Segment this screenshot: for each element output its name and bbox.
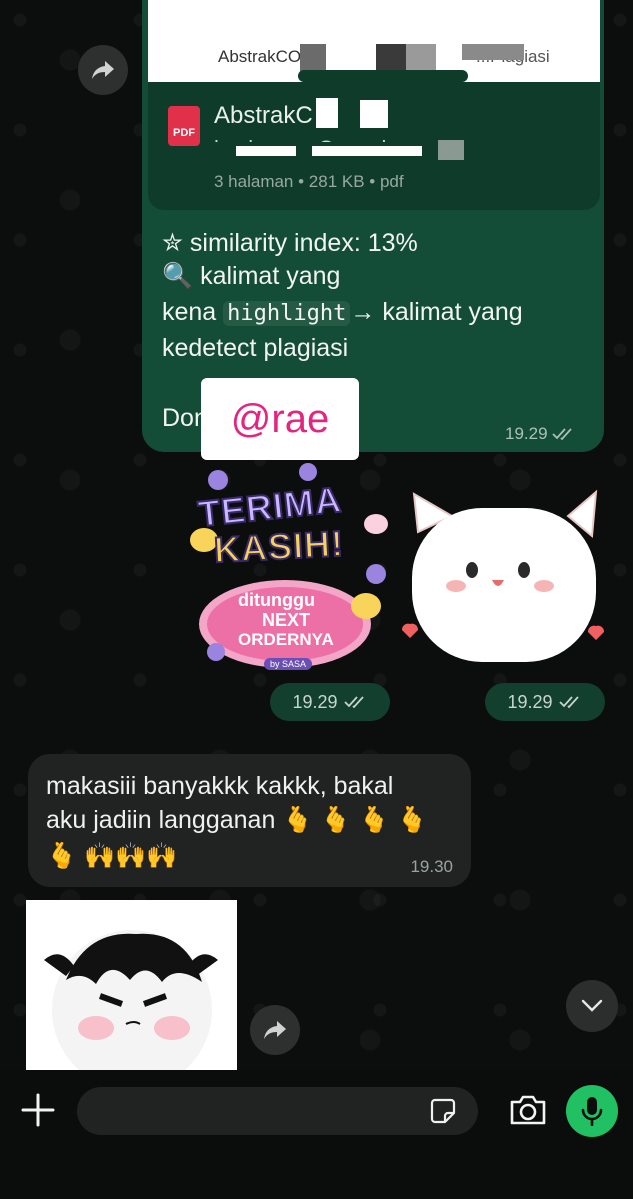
forward-button[interactable] bbox=[78, 45, 128, 95]
document-preview-caption: AbstrakCO bbox=[218, 47, 302, 66]
sticker-button[interactable] bbox=[429, 1097, 457, 1125]
sticker-text: ditunggu bbox=[238, 590, 315, 610]
double-check-icon bbox=[343, 696, 364, 709]
message-line-plagiasi: kedetect plagiasi bbox=[162, 334, 349, 362]
camera-icon bbox=[510, 1095, 546, 1125]
redaction-block bbox=[298, 70, 468, 82]
cat-sticker-art bbox=[401, 489, 605, 662]
sticker-cat[interactable] bbox=[400, 488, 608, 668]
sticker-credit: by SASA bbox=[264, 658, 313, 670]
double-check-icon bbox=[551, 428, 572, 441]
redaction-block bbox=[236, 146, 296, 156]
message-text: makasiii banyakkk kakkk, bakal bbox=[46, 772, 394, 800]
forward-arrow-icon bbox=[264, 1021, 286, 1039]
message-line-kalimat: 🔍 kalimat yang bbox=[162, 262, 341, 290]
chevron-down-icon bbox=[581, 999, 603, 1012]
sticker-timestamp: 19.29 bbox=[270, 683, 390, 721]
document-title: AbstrakC bbox=[214, 102, 313, 129]
redaction-block bbox=[376, 44, 406, 72]
sticker-timestamp: 19.29 bbox=[485, 683, 605, 721]
redaction-block bbox=[316, 98, 338, 128]
message-text: aku jadiin langganan 🫰 🫰 🫰 🫰 bbox=[46, 806, 428, 834]
sticker-text: ORDERNYA bbox=[238, 630, 334, 649]
message-input[interactable] bbox=[77, 1087, 478, 1135]
incoming-message-bubble[interactable]: makasiii banyakkk kakkk, bakal aku jadii… bbox=[28, 754, 471, 887]
document-meta: 3 halaman • 281 KB • pdf bbox=[214, 172, 404, 191]
plus-icon bbox=[21, 1093, 55, 1127]
timestamp-text: 19.29 bbox=[292, 691, 338, 712]
redaction-block bbox=[462, 44, 524, 60]
forward-arrow-icon bbox=[92, 61, 114, 79]
inline-code: highlight bbox=[223, 301, 351, 326]
document-attachment[interactable]: AbstrakCO ...Plagiasi PDF AbstrakC kasiy… bbox=[148, 0, 600, 210]
chat-area[interactable]: AbstrakCO ...Plagiasi PDF AbstrakC kasiy… bbox=[0, 0, 633, 1070]
redaction-block bbox=[360, 100, 388, 128]
message-text: → kalimat yang bbox=[350, 298, 523, 326]
cow-image-art bbox=[44, 930, 218, 1070]
voice-record-button[interactable] bbox=[566, 1085, 618, 1137]
message-text: kena bbox=[162, 298, 224, 326]
forward-button[interactable] bbox=[250, 1005, 300, 1055]
double-check-icon bbox=[558, 696, 579, 709]
message-timestamp: 19.29 bbox=[505, 424, 576, 444]
redaction-block bbox=[300, 44, 326, 72]
camera-button[interactable] bbox=[508, 1093, 548, 1129]
message-line-similarity: ✮ similarity index: 13% bbox=[162, 229, 418, 257]
message-timestamp: 19.30 bbox=[410, 857, 453, 876]
document-preview: AbstrakCO ...Plagiasi bbox=[148, 0, 600, 82]
microphone-icon bbox=[581, 1097, 603, 1126]
message-text: 🫰 🙌🙌🙌 bbox=[46, 842, 178, 870]
sticker-text: KASIH! bbox=[212, 522, 346, 572]
sticker-terima-kasih[interactable]: TERIMA KASIH! ditunggu NEXT ORDERNYA by … bbox=[180, 462, 390, 677]
redaction-block bbox=[438, 140, 464, 160]
attach-button[interactable] bbox=[20, 1092, 56, 1128]
sticker-icon bbox=[430, 1098, 456, 1124]
redaction-block bbox=[312, 146, 422, 156]
scroll-to-bottom-button[interactable] bbox=[566, 980, 618, 1032]
incoming-image[interactable] bbox=[26, 900, 237, 1070]
timestamp-text: 19.29 bbox=[505, 424, 548, 443]
message-line-highlight: kena highlight → kalimat yang bbox=[162, 298, 523, 327]
sticker-text: NEXT bbox=[262, 610, 311, 630]
watermark-label: @rae bbox=[201, 378, 359, 460]
redaction-block bbox=[406, 44, 436, 72]
pdf-file-icon: PDF bbox=[168, 106, 200, 146]
timestamp-text: 19.29 bbox=[507, 691, 553, 712]
